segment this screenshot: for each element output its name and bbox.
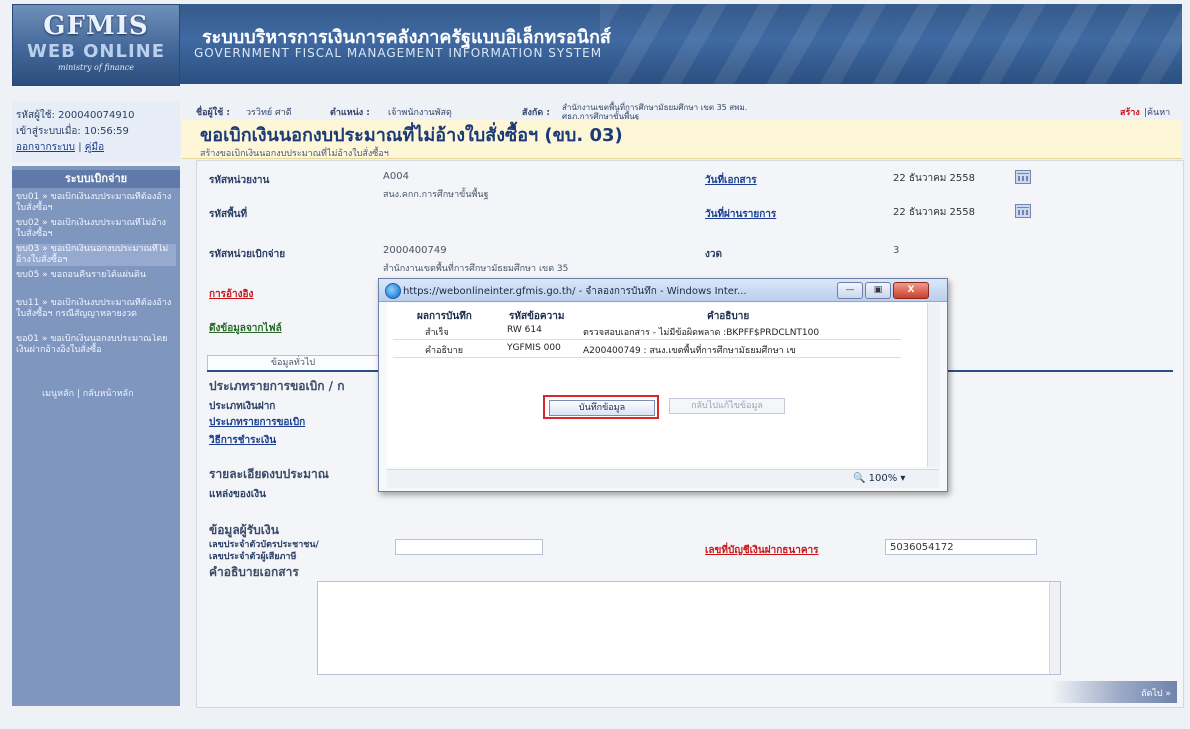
user-info-bar: ชื่อผู้ใช้ : วรวิทย์ ศาดี ตำแหน่ง : เจ้า… [182, 102, 1182, 121]
disbursing-unit-value: 2000400749 [383, 245, 447, 256]
user-label: ชื่อผู้ใช้ : [196, 108, 231, 118]
position-value: เจ้าพนักงานพัสดุ [388, 108, 452, 118]
file-data-link[interactable]: ดึงข้อมูลจากไฟล์ [209, 321, 282, 336]
user-id: รหัสผู้ใช้: 200040074910 [16, 110, 135, 121]
save-button-highlight: บันทึกข้อมูล [543, 395, 659, 419]
area-code-label: รหัสพื้นที่ [209, 209, 248, 220]
next-button-label: ถัดไป » [1141, 689, 1171, 699]
sidebar-item-kb05[interactable]: ขบ05 » ขอถอนคืนรายได้แผ่นดิน [16, 270, 176, 292]
position-label: ตำแหน่ง : [330, 108, 370, 118]
maximize-button[interactable]: ▣ [865, 282, 891, 299]
affiliation-label: สังกัด : [522, 108, 550, 118]
code-cell: RW 614 [507, 325, 542, 335]
sidebar-nav: ระบบเบิกจ่าย ขบ01 » ขอเบิกเงินงบประมาณที… [12, 166, 180, 706]
logo-subtext: WEB ONLINE [26, 41, 166, 62]
manual-link[interactable]: คู่มือ [85, 142, 104, 153]
disbursing-unit-label: รหัสหน่วยเบิกจ่าย [209, 249, 286, 260]
sidebar-item-ko01[interactable]: ขอ01 » ขอเบิกเงินนอกงบประมาณโดยเงินฝากอ้… [16, 334, 176, 356]
popup-scrollbar[interactable] [927, 303, 940, 467]
popup-content: ผลการบันทึก รหัสข้อความ คำอธิบาย สำเร็จ … [387, 303, 927, 467]
system-title-en: GOVERNMENT FISCAL MANAGEMENT INFORMATION… [194, 46, 603, 60]
sidebar-footer-links[interactable]: เมนูหลัก | กลับหน้าหลัก [42, 386, 134, 400]
post-date-label[interactable]: วันที่ผ่านรายการ [705, 207, 776, 222]
table-row: สำเร็จ RW 614 ตรวจสอบเอกสาร - ไม่มีข้อผิ… [393, 323, 901, 340]
gfmis-logo: GFMIS WEB ONLINE ministry of finance [12, 4, 180, 86]
zoom-level[interactable]: 🔍 100% ▾ [853, 473, 905, 484]
bank-account-label[interactable]: เลขที่บัญชีเงินฝากธนาคาร [705, 543, 819, 558]
payment-method-link[interactable]: วิธีการชำระเงิน [209, 433, 276, 448]
description-textarea[interactable] [317, 581, 1061, 675]
back-to-edit-button[interactable]: กลับไปแก้ไขข้อมูล [669, 398, 785, 414]
page-subtitle: สร้างขอเบิกเงินนอกงบประมาณที่ไม่อ้างใบสั… [200, 149, 389, 159]
popup-statusbar: 🔍 100% ▾ [387, 469, 939, 488]
minimize-button[interactable]: — [837, 282, 863, 299]
description-cell: ตรวจสอบเอกสาร - ไม่มีข้อผิดพลาด :BKPFF$P… [583, 328, 820, 338]
close-button[interactable]: X [893, 282, 929, 299]
id-label-2: เลขประจำตัวผู้เสียภาษี [209, 552, 297, 562]
login-time: เข้าสู่ระบบเมื่อ: 10:56:59 [16, 126, 129, 137]
session-links: ออกจากระบบ | คู่มือ [16, 140, 104, 155]
textarea-scrollbar[interactable] [1049, 582, 1060, 674]
table-row: คำอธิบาย YGFMIS 000 A200400749 : สนง.เขต… [393, 341, 901, 358]
popup-title: https://webonlineinter.gfmis.go.th/ - จำ… [403, 286, 747, 297]
result-cell: คำอธิบาย [425, 346, 464, 356]
result-cell: สำเร็จ [425, 328, 449, 338]
next-button[interactable]: ถัดไป » [1051, 681, 1177, 703]
period-label: งวด [705, 249, 722, 260]
request-type-section: ประเภทรายการขอเบิก / ก [209, 379, 345, 393]
agency-code-value: A004 [383, 171, 409, 182]
create-link[interactable]: สร้าง [1120, 105, 1140, 119]
save-data-button[interactable]: บันทึกข้อมูล [549, 400, 655, 416]
calendar-icon[interactable] [1015, 170, 1031, 184]
agency-name: สนง.คกก.การศึกษาขั้นพื้นฐ [383, 190, 489, 200]
sidebar-item-kb03[interactable]: ขบ03 » ขอเบิกเงินนอกงบประมาณที่ไม่อ้างใบ… [16, 244, 176, 266]
tab-general[interactable]: ข้อมูลทั่วไป [207, 355, 379, 371]
col-msg-code: รหัสข้อความ [509, 311, 565, 322]
code-cell: YGFMIS 000 [507, 343, 561, 353]
header-banner: ระบบบริหารการเงินการคลังภาครัฐแบบอิเล็กท… [180, 4, 1182, 84]
zoom-value: 100% [868, 473, 898, 484]
doc-date-label[interactable]: วันที่เอกสาร [705, 173, 757, 188]
col-result: ผลการบันทึก [417, 311, 472, 322]
search-link[interactable]: |ค้นหา [1144, 105, 1170, 119]
banner-decoration [600, 4, 1182, 84]
description-cell: A200400749 : สนง.เขตพื้นที่การศึกษามัธยม… [583, 346, 796, 356]
page-title: ขอเบิกเงินนอกงบประมาณที่ไม่อ้างใบสั่งซื้… [200, 125, 623, 146]
sidebar-item-kb01[interactable]: ขบ01 » ขอเบิกเงินงบประมาณที่ต้องอ้างใบสั… [16, 192, 176, 214]
money-type-label: ประเภทเงินฝาก [209, 401, 276, 412]
popup-titlebar[interactable]: https://webonlineinter.gfmis.go.th/ - จำ… [379, 279, 947, 302]
disbursing-unit-name: สำนักงานเขตพื้นที่การศึกษามัธยมศึกษา เขต… [383, 264, 569, 274]
description-section: คำอธิบายเอกสาร [209, 565, 299, 579]
sidebar-section-title: ระบบเบิกจ่าย [12, 170, 180, 188]
logout-link[interactable]: ออกจากระบบ [16, 142, 75, 153]
logo-text: GFMIS [43, 11, 149, 41]
tax-id-input[interactable] [395, 539, 543, 555]
save-result-popup: https://webonlineinter.gfmis.go.th/ - จำ… [378, 278, 948, 492]
user-value: วรวิทย์ ศาดี [246, 108, 292, 118]
col-description: คำอธิบาย [707, 311, 750, 322]
period-value: 3 [893, 245, 900, 256]
browser-icon [385, 283, 401, 299]
source-label: แหล่งของเงิน [209, 489, 266, 500]
doc-date-value[interactable]: 22 ธันวาคม 2558 [893, 171, 975, 186]
post-date-value[interactable]: 22 ธันวาคม 2558 [893, 205, 975, 220]
sidebar-item-kb11[interactable]: ขบ11 » ขอเบิกเงินงบประมาณที่ต้องอ้างใบสั… [16, 298, 176, 331]
logo-ministry: ministry of finance [57, 63, 134, 72]
page-header: ขอเบิกเงินนอกงบประมาณที่ไม่อ้างใบสั่งซื้… [182, 120, 1182, 159]
agency-code-label: รหัสหน่วยงาน [209, 175, 270, 186]
budget-detail-section: รายละเอียดงบประมาณ [209, 467, 329, 481]
request-type-link[interactable]: ประเภทรายการขอเบิก [209, 415, 305, 430]
sidebar-item-kb02[interactable]: ขบ02 » ขอเบิกเงินงบประมาณที่ไม่อ้างใบสั่… [16, 218, 176, 240]
calendar-icon[interactable] [1015, 204, 1031, 218]
reference-link[interactable]: การอ้างอิง [209, 287, 253, 302]
bank-account-input[interactable]: 5036054172 [885, 539, 1037, 555]
user-session-panel: รหัสผู้ใช้: 200040074910 เข้าสู่ระบบเมื่… [12, 102, 180, 162]
